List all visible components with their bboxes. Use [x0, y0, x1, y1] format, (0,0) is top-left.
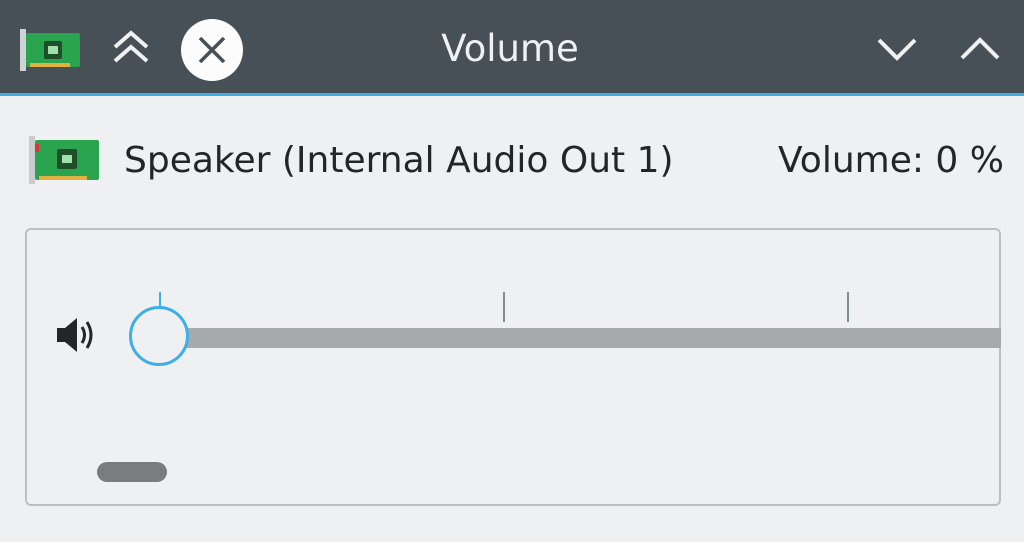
speaker-icon[interactable] [53, 313, 99, 357]
title-bar[interactable]: Volume [0, 0, 1024, 96]
maximize-button[interactable] [955, 24, 1005, 74]
minimize-button[interactable] [872, 24, 922, 74]
slider-tick [847, 292, 849, 322]
sound-card-icon [27, 134, 101, 186]
double-chevron-up-icon [109, 25, 153, 69]
scrollbar-handle[interactable] [97, 462, 167, 482]
volume-slider[interactable] [125, 290, 1001, 380]
chevron-up-icon [958, 34, 1002, 64]
volume-readout: Volume: 0 % [777, 140, 1004, 181]
slider-handle[interactable] [129, 306, 189, 366]
chevron-down-icon [875, 34, 919, 64]
slider-panel [25, 228, 1001, 506]
window-title: Volume [441, 27, 579, 70]
close-icon [195, 33, 229, 67]
keep-above-button[interactable] [106, 22, 156, 72]
slider-tick [159, 292, 161, 306]
slider-tick [503, 292, 505, 322]
device-row: Speaker (Internal Audio Out 1) Volume: 0… [0, 96, 1024, 226]
close-button[interactable] [181, 19, 243, 81]
slider-groove[interactable] [159, 328, 1001, 348]
sound-card-icon[interactable] [18, 27, 82, 73]
volume-window: Volume Speaker (Internal Audio Out 1) Vo… [0, 0, 1024, 542]
device-name: Speaker (Internal Audio Out 1) [124, 140, 674, 181]
